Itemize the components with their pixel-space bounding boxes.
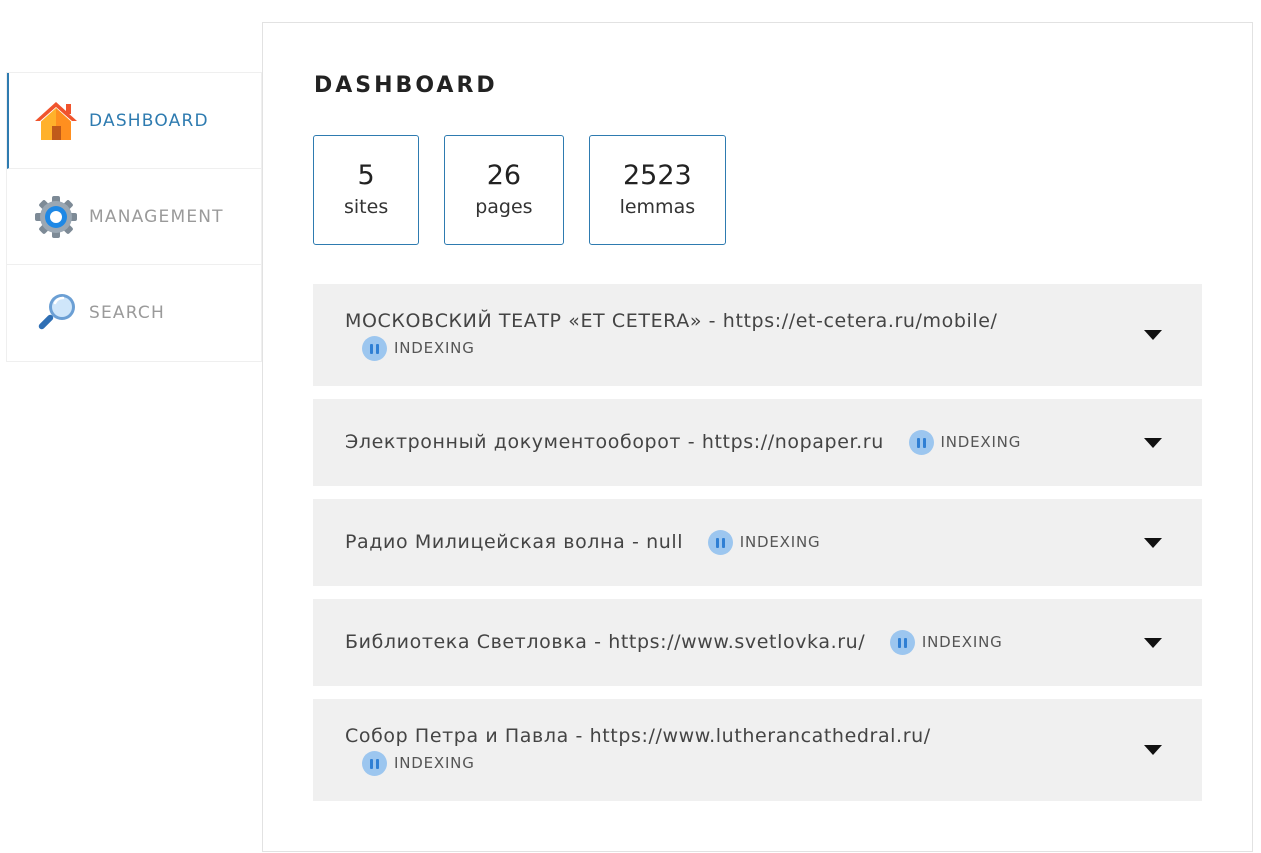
site-separator: - [681, 431, 702, 453]
pause-icon [362, 336, 387, 361]
status-badge: INDEXING [889, 629, 1003, 656]
status-text: INDEXING [940, 433, 1022, 451]
stats-row: 5 sites 26 pages 2523 lemmas [313, 135, 727, 245]
status-badge: INDEXING [707, 529, 821, 556]
status-badge: INDEXING [362, 335, 998, 362]
stat-label: lemmas [619, 196, 696, 218]
page-title: DASHBOARD [314, 73, 498, 98]
site-name: МОСКОВСКИЙ ТЕАТР «ET CETERA» [345, 310, 703, 332]
sidebar: DASHBOARD MANAGEMENT SEARCH [6, 72, 262, 362]
stat-label: pages [475, 196, 533, 218]
pause-icon [707, 530, 733, 555]
sidebar-item-search[interactable]: SEARCH [7, 265, 261, 361]
sidebar-item-label: SEARCH [89, 303, 165, 323]
site-url: https://nopaper.ru [701, 431, 884, 453]
site-name: Библиотека Светловка [345, 631, 588, 653]
site-url: null [646, 531, 684, 553]
site-separator: - [587, 631, 609, 653]
status-text: INDEXING [394, 754, 475, 772]
status-text: INDEXING [921, 633, 1003, 651]
site-url: https://www.lutherancathedral.ru/ [589, 725, 931, 747]
gear-icon [33, 194, 79, 240]
site-info: Собор Петра и Павла - https://www.luther… [345, 723, 931, 777]
pause-icon [908, 430, 934, 455]
stat-lemmas: 2523 lemmas [588, 135, 727, 245]
site-separator: - [702, 310, 723, 332]
magnifier-icon [33, 290, 79, 336]
chevron-down-icon[interactable] [1144, 537, 1162, 548]
site-info: Библиотека Светловка - https://www.svetl… [345, 629, 1003, 656]
stat-value: 26 [486, 160, 522, 191]
site-url: https://www.svetlovka.ru/ [608, 631, 866, 653]
sidebar-item-dashboard[interactable]: DASHBOARD [7, 73, 261, 169]
stat-label: sites [344, 196, 389, 218]
site-separator: - [625, 531, 647, 553]
chevron-down-icon[interactable] [1144, 437, 1162, 448]
dashboard-panel: DASHBOARD 5 sites 26 pages 2523 lemmas М… [262, 22, 1253, 852]
site-url: https://et-cetera.ru/mobile/ [722, 310, 998, 332]
stat-pages: 26 pages [444, 135, 564, 245]
stat-sites: 5 sites [313, 135, 420, 245]
stat-value: 2523 [622, 160, 692, 191]
pause-icon [889, 630, 915, 655]
site-row[interactable]: Радио Милицейская волна - null INDEXING [313, 499, 1202, 586]
chevron-down-icon[interactable] [1144, 745, 1162, 755]
sidebar-item-label: MANAGEMENT [89, 206, 224, 227]
stat-value: 5 [357, 160, 375, 191]
status-text: INDEXING [394, 339, 475, 357]
chevron-down-icon[interactable] [1144, 637, 1162, 648]
site-row[interactable]: Электронный документооборот - https://no… [313, 399, 1202, 486]
site-separator: - [568, 725, 590, 747]
status-badge: INDEXING [908, 429, 1022, 456]
site-name: Радио Милицейская волна [345, 531, 626, 553]
site-info: МОСКОВСКИЙ ТЕАТР «ET CETERA» - https://e… [345, 308, 998, 362]
site-info: Радио Милицейская волна - null INDEXING [345, 529, 820, 556]
sidebar-item-label: DASHBOARD [89, 110, 209, 131]
site-list: МОСКОВСКИЙ ТЕАТР «ET CETERA» - https://e… [313, 284, 1202, 801]
sidebar-item-management[interactable]: MANAGEMENT [7, 169, 261, 265]
site-row[interactable]: Библиотека Светловка - https://www.svetl… [313, 599, 1202, 686]
site-info: Электронный документооборот - https://no… [345, 429, 1021, 456]
home-icon [33, 98, 79, 144]
site-name: Собор Петра и Павла [345, 725, 569, 747]
status-badge: INDEXING [362, 750, 931, 777]
pause-icon [362, 751, 387, 776]
status-text: INDEXING [739, 533, 821, 551]
site-row[interactable]: МОСКОВСКИЙ ТЕАТР «ET CETERA» - https://e… [313, 284, 1202, 386]
chevron-down-icon[interactable] [1144, 330, 1162, 340]
site-name: Электронный документооборот [345, 431, 682, 453]
site-row[interactable]: Собор Петра и Павла - https://www.luther… [313, 699, 1202, 801]
